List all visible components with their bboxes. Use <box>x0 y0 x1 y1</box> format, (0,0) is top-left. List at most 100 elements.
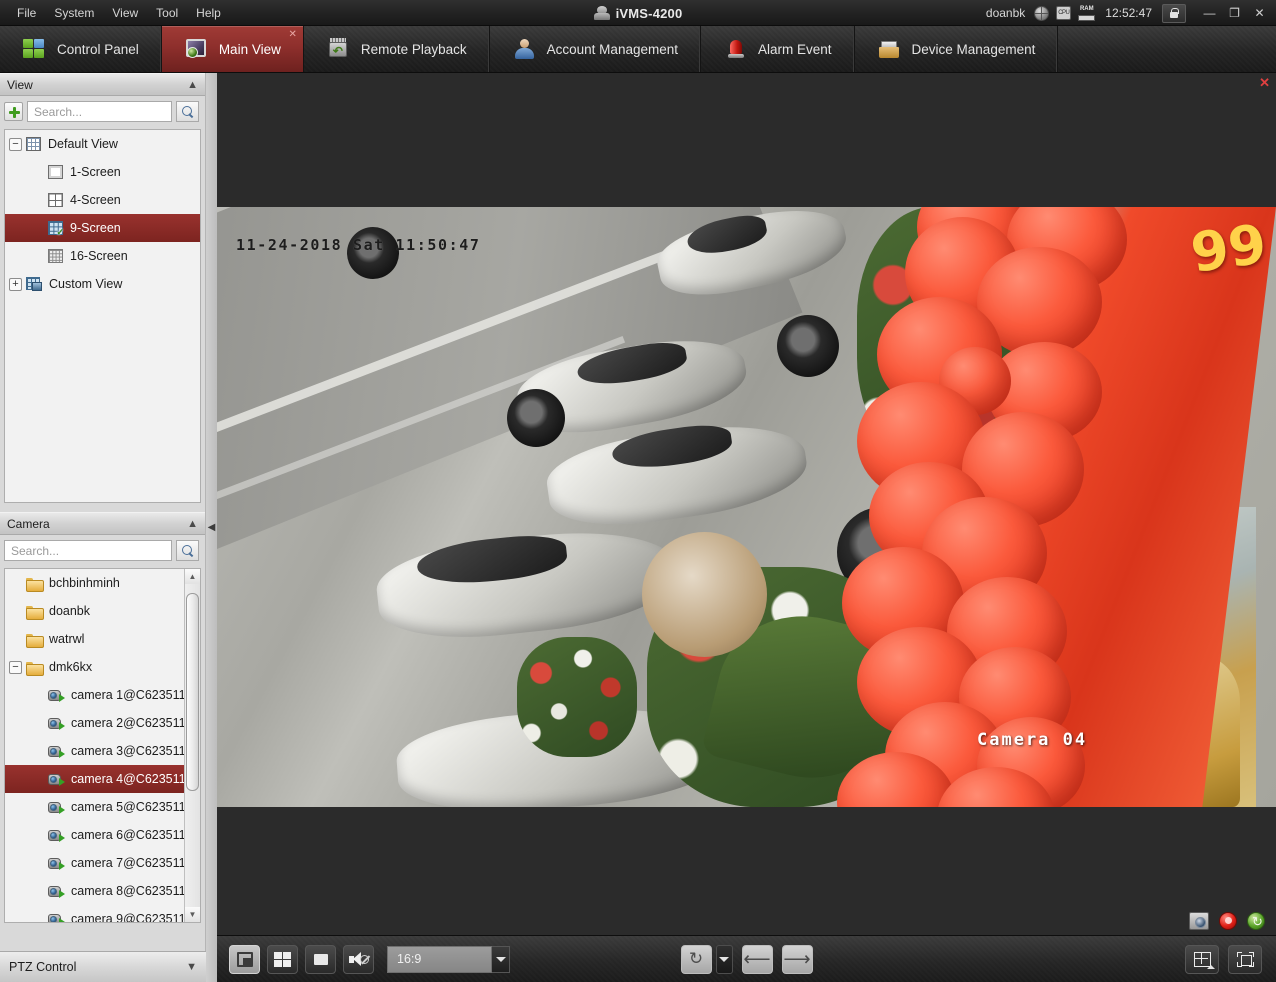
scroll-down-arrow-icon[interactable]: ▼ <box>185 907 200 922</box>
layout-grid-button[interactable] <box>1185 944 1219 974</box>
refresh-button[interactable]: ↻ <box>680 944 712 974</box>
camera-search-input-wrap[interactable] <box>4 540 172 561</box>
plus-icon[interactable] <box>4 102 23 121</box>
camera-tree-item[interactable]: camera 8@C623511... <box>5 877 184 905</box>
camera-icon <box>48 857 65 870</box>
custom-view-icon <box>26 277 42 291</box>
tree-expander[interactable]: − <box>9 137 22 151</box>
save-view-icon <box>236 951 253 967</box>
camera-tree-item[interactable]: camera 3@C623511... <box>5 737 184 765</box>
mute-button[interactable] <box>343 944 374 974</box>
chevron-down-icon[interactable]: ▼ <box>186 961 197 973</box>
ptz-status-icon[interactable] <box>1247 912 1265 931</box>
tree-expander[interactable]: + <box>9 277 22 291</box>
aspect-ratio-select[interactable]: 16:9 <box>387 945 510 973</box>
camera-tree-list[interactable]: bchbinhminh doanbk watrwl − dmk6kx camera 1@C… <box>5 569 184 922</box>
menu-file[interactable]: File <box>8 3 45 23</box>
tab-alarm-event[interactable]: Alarm Event <box>701 26 855 72</box>
view-search-row <box>0 96 205 127</box>
refresh-dropdown-button[interactable] <box>715 944 733 974</box>
camera-tree-item[interactable]: camera 5@C623511... <box>5 793 184 821</box>
camera-tree-item[interactable]: doanbk <box>5 597 184 625</box>
camera-tree-item[interactable]: camera 4@C623511... <box>5 765 184 793</box>
view-tree-item[interactable]: − Default View <box>5 130 200 158</box>
camera-search-button[interactable] <box>176 540 199 561</box>
camera-panel-header[interactable]: Camera ▲ <box>0 512 205 535</box>
menu-tool[interactable]: Tool <box>147 3 187 23</box>
camera-tree-item[interactable]: bchbinhminh <box>5 569 184 597</box>
menu-view[interactable]: View <box>103 3 147 23</box>
scroll-up-arrow-icon[interactable]: ▲ <box>185 569 200 584</box>
tab-account-management[interactable]: Account Management <box>490 26 701 72</box>
tree-expander[interactable]: − <box>9 660 22 674</box>
menu-help[interactable]: Help <box>187 3 230 23</box>
fullscreen-button[interactable] <box>1228 944 1262 974</box>
split-window-button[interactable] <box>267 944 298 974</box>
ptz-control-title: PTZ Control <box>9 960 77 974</box>
tree-expander-spacer <box>31 717 44 730</box>
camera-tree-item[interactable]: camera 6@C623511... <box>5 821 184 849</box>
lock-button[interactable] <box>1162 3 1186 23</box>
save-view-button[interactable] <box>229 944 260 974</box>
menu-system[interactable]: System <box>45 3 103 23</box>
camera-tree-item[interactable]: camera 9@C623511... <box>5 905 184 922</box>
main-view-icon <box>184 38 208 60</box>
tree-expander-spacer <box>31 745 44 758</box>
camera-search-row <box>0 535 205 566</box>
camera-tree-item[interactable]: camera 7@C623511... <box>5 849 184 877</box>
view-tree-item[interactable]: 9-Screen <box>5 214 200 242</box>
camera-tree-item[interactable]: watrwl <box>5 625 184 653</box>
view-tree-item[interactable]: 1-Screen <box>5 158 200 186</box>
view-panel-header[interactable]: View ▲ <box>0 73 205 96</box>
camera-search-input[interactable] <box>11 543 165 558</box>
camera-tree-item[interactable]: camera 2@C623511... <box>5 709 184 737</box>
view-search-button[interactable] <box>176 101 199 122</box>
app-logo-icon <box>593 5 610 21</box>
view-search-input-wrap[interactable] <box>27 101 172 122</box>
scrollbar-thumb[interactable] <box>186 593 199 791</box>
viewport-status-icons <box>1189 912 1265 931</box>
camera-tree-item[interactable]: − dmk6kx <box>5 653 184 681</box>
tree-item-label: 9-Screen <box>70 221 121 235</box>
view-search-input[interactable] <box>34 104 165 119</box>
tree-item-label: camera 7@C623511... <box>71 856 184 870</box>
maximize-button[interactable]: ❐ <box>1222 1 1247 25</box>
chevron-up-icon-camera[interactable]: ▲ <box>187 518 198 530</box>
cpu-icon[interactable]: CPU <box>1056 6 1072 20</box>
tab-main-view-close-icon[interactable]: ✕ <box>288 30 296 40</box>
view-tree[interactable]: − Default View 1-Screen 4-Screen 9-Screen 16-… <box>4 129 201 503</box>
sidebar-splitter[interactable]: ◀ <box>206 73 217 982</box>
view-tree-item[interactable]: 4-Screen <box>5 186 200 214</box>
grid-icon <box>26 137 41 151</box>
close-button[interactable]: ✕ <box>1247 1 1272 25</box>
splitter-collapse-icon[interactable]: ◀ <box>208 522 216 533</box>
video-feed-camera-04[interactable]: 99 11-24-2018 Sat 11:50:47 Camera 04 <box>217 207 1276 807</box>
tab-remote-playback[interactable]: ↶ Remote Playback <box>304 26 490 72</box>
globe-icon[interactable] <box>1034 5 1050 21</box>
chevron-up-icon[interactable]: ▲ <box>187 79 198 91</box>
mute-icon <box>349 951 369 967</box>
minimize-button[interactable]: — <box>1197 1 1222 25</box>
view-tree-item[interactable]: + Custom View <box>5 270 200 298</box>
video-camera-label: Camera 04 <box>977 730 1088 750</box>
ram-icon[interactable]: RAM <box>1078 6 1096 21</box>
aspect-ratio-value[interactable]: 16:9 <box>387 945 492 973</box>
arrow-left-icon: ⟵ <box>743 948 771 970</box>
stop-all-button[interactable] <box>305 944 336 974</box>
camera-tree-item[interactable]: camera 1@C623511... <box>5 681 184 709</box>
viewport-close-icon[interactable]: ✕ <box>1259 76 1270 89</box>
next-page-button[interactable]: ⟶ <box>781 944 813 974</box>
camera-tree[interactable]: bchbinhminh doanbk watrwl − dmk6kx camera 1@C… <box>4 568 201 923</box>
camera-tree-scrollbar[interactable]: ▲ ▼ <box>184 569 200 922</box>
ptz-control-panel-header[interactable]: PTZ Control ▼ <box>0 951 206 982</box>
aspect-ratio-caret-icon[interactable] <box>492 945 510 973</box>
current-user-label: doanbk <box>985 6 1026 20</box>
snapshot-icon[interactable] <box>1189 912 1209 930</box>
record-icon[interactable] <box>1219 912 1237 930</box>
previous-page-button[interactable]: ⟵ <box>741 944 773 974</box>
tab-device-management[interactable]: Device Management <box>855 26 1059 72</box>
tab-main-view[interactable]: Main View ✕ <box>161 26 304 72</box>
tab-control-panel[interactable]: Control Panel <box>0 26 162 72</box>
video-viewport[interactable]: ✕ 99 11-24-2018 Sat 11:50:47 Camera 04 ↻ <box>217 73 1276 935</box>
view-tree-item[interactable]: 16-Screen <box>5 242 200 270</box>
